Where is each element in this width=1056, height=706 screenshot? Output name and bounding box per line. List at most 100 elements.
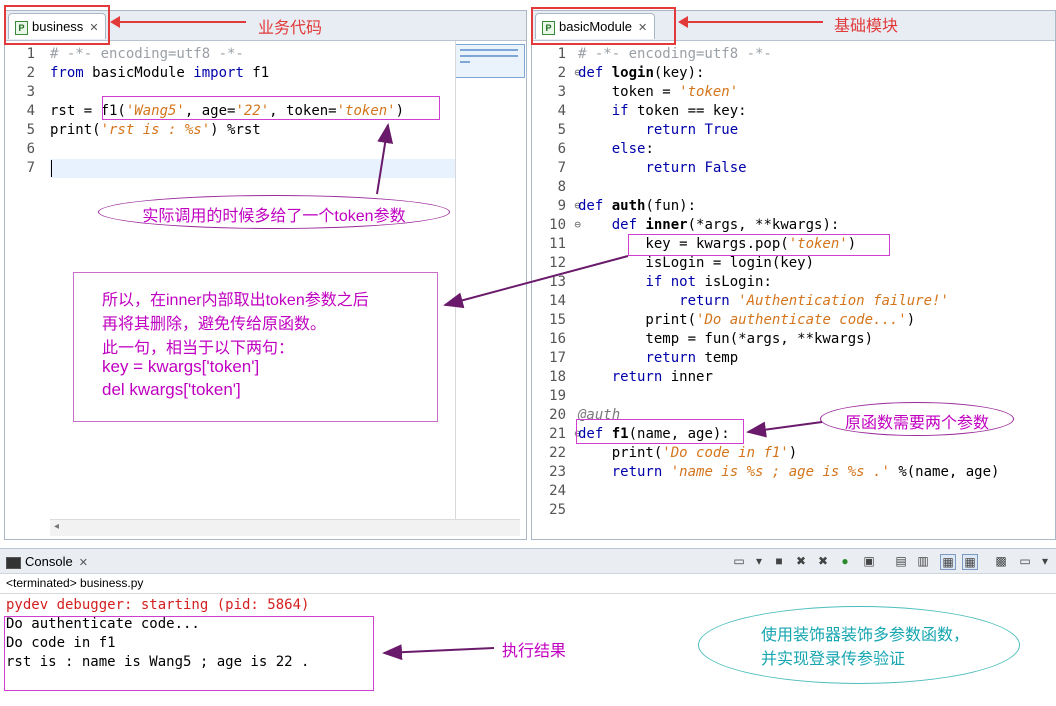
- line-number: 20: [549, 407, 566, 423]
- code-token: %(name, age): [889, 464, 1000, 480]
- line-number: 24: [549, 483, 566, 499]
- code-token: return: [679, 293, 730, 309]
- code-line[interactable]: return inner: [578, 368, 713, 387]
- new-console-icon[interactable]: ▩: [994, 554, 1008, 568]
- line-number: 7: [557, 160, 566, 176]
- remove-all-icon[interactable]: ✖: [816, 554, 830, 568]
- line-number: 3: [26, 84, 35, 100]
- code-line[interactable]: return temp: [578, 349, 738, 368]
- scroll-lock-icon[interactable]: ▥: [916, 554, 930, 568]
- current-line-highlight: [50, 159, 455, 178]
- line-number: 15: [549, 312, 566, 328]
- code-token: (key):: [653, 65, 705, 81]
- tab-highlight-box-right: [531, 7, 676, 45]
- code-token: auth: [611, 198, 646, 214]
- scroll-left-icon[interactable]: ◂: [54, 521, 59, 532]
- highlight-call-args: [102, 96, 440, 120]
- highlight-kwargs-pop: [628, 234, 890, 256]
- code-token: import: [193, 65, 244, 81]
- console-tab-bar: Console ✕ ▭ ▾ ■ ✖ ✖ ● ▣ ▤ ▥ ▦ ▦ ▩ ▭ ▾: [0, 548, 1056, 574]
- code-token: login: [611, 65, 654, 81]
- code-token: True: [704, 122, 739, 138]
- code-line[interactable]: temp = fun(*args, **kwargs): [578, 330, 873, 349]
- console-icon: [6, 556, 21, 569]
- line-number: 19: [549, 388, 566, 404]
- code-token: print(: [50, 122, 101, 138]
- debug-icon[interactable]: ●: [838, 554, 852, 568]
- code-line[interactable]: else:: [578, 140, 654, 159]
- pin-console-icon[interactable]: ▦: [940, 554, 956, 570]
- run-icon[interactable]: ▣: [862, 554, 876, 568]
- close-icon[interactable]: ✕: [79, 557, 88, 569]
- line-number: 6: [557, 141, 566, 157]
- overview-ruler[interactable]: [455, 44, 525, 78]
- arrowhead-icon: [678, 16, 688, 28]
- code-line[interactable]: print('Do code in f1'): [578, 444, 797, 463]
- explain-line-3: 此一句，相当于以下两句：: [102, 340, 295, 357]
- highlight-console-output: [4, 616, 374, 691]
- line-number: 13: [549, 274, 566, 290]
- left-horizontal-scrollbar[interactable]: ◂: [50, 519, 520, 536]
- line-number: 25: [549, 502, 566, 518]
- code-line[interactable]: # -*- encoding=utf8 -*-: [50, 45, 244, 64]
- code-token: token == key:: [628, 103, 747, 119]
- line-number: 17: [549, 350, 566, 366]
- code-token: return: [611, 369, 663, 385]
- code-line[interactable]: def auth(fun):: [578, 197, 696, 216]
- terminate-icon[interactable]: ■: [772, 554, 786, 568]
- show-output-icon[interactable]: ▦: [962, 554, 978, 570]
- tab-console-label: Console: [25, 554, 73, 569]
- line-number: 4: [557, 103, 566, 119]
- line-number: 11: [549, 236, 566, 252]
- code-line[interactable]: if not isLogin:: [578, 273, 771, 292]
- code-line[interactable]: return True: [578, 121, 738, 140]
- annotation-basic-module: 基础模块: [834, 18, 899, 35]
- code-token: (fun):: [645, 198, 697, 214]
- line-number: 6: [26, 141, 35, 157]
- code-token: 'Authentication failure!': [738, 293, 949, 309]
- code-line[interactable]: # -*- encoding=utf8 -*-: [578, 45, 772, 64]
- tab-console[interactable]: Console ✕: [2, 550, 88, 574]
- code-line[interactable]: return False: [578, 159, 746, 178]
- code-line[interactable]: def inner(*args, **kwargs):: [578, 216, 840, 235]
- code-token: 'name is %s ; age is %s .': [670, 464, 890, 480]
- open-console-icon[interactable]: ▭: [1018, 554, 1032, 568]
- code-line[interactable]: def login(key):: [578, 64, 704, 83]
- code-token: inner: [645, 217, 688, 233]
- code-line[interactable]: from basicModule import f1: [50, 64, 269, 83]
- code-line[interactable]: return 'name is %s ; age is %s .' %(name…: [578, 463, 1000, 482]
- clear-console-icon[interactable]: ▤: [894, 554, 908, 568]
- code-token: def: [578, 65, 604, 81]
- code-line[interactable]: token = 'token': [578, 83, 738, 102]
- line-number: 7: [26, 160, 35, 176]
- code-line[interactable]: print('rst is : %s') %rst: [50, 121, 261, 140]
- code-token: f1: [243, 65, 270, 81]
- text-cursor: [51, 160, 52, 177]
- remove-launch-icon[interactable]: ✖: [794, 554, 808, 568]
- line-number: 3: [557, 84, 566, 100]
- code-token: token =: [578, 84, 680, 100]
- console-debug-line: pydev debugger: starting (pid: 5864): [6, 597, 310, 613]
- annotation-result: 执行结果: [502, 643, 567, 660]
- right-line-numbers: 1 2 ⊖ 3 4 5 6 7 8 9 ⊖ 10 ⊖ 11 12 13 14 15 16 17 18 19 20 21 ⊖ 22 2…: [540, 45, 581, 525]
- display-console-icon[interactable]: ▭: [732, 554, 746, 568]
- code-line[interactable]: isLogin = login(key): [578, 254, 814, 273]
- view-menu-icon[interactable]: ▾: [1038, 554, 1052, 568]
- code-token: (*args, **kwargs):: [687, 217, 840, 233]
- code-line[interactable]: print('Do authenticate code...'): [578, 311, 915, 330]
- explain-line-2: 再将其删除，避免传给原函数。: [102, 316, 327, 333]
- right-code-area[interactable]: # -*- encoding=utf8 -*- def login(key): t…: [578, 45, 1056, 525]
- code-line[interactable]: if token == key:: [578, 102, 747, 121]
- code-token: if not: [645, 274, 697, 290]
- dropdown-icon[interactable]: ▾: [752, 554, 766, 568]
- code-line[interactable]: return 'Authentication failure!': [578, 292, 949, 311]
- code-token: else: [611, 141, 646, 157]
